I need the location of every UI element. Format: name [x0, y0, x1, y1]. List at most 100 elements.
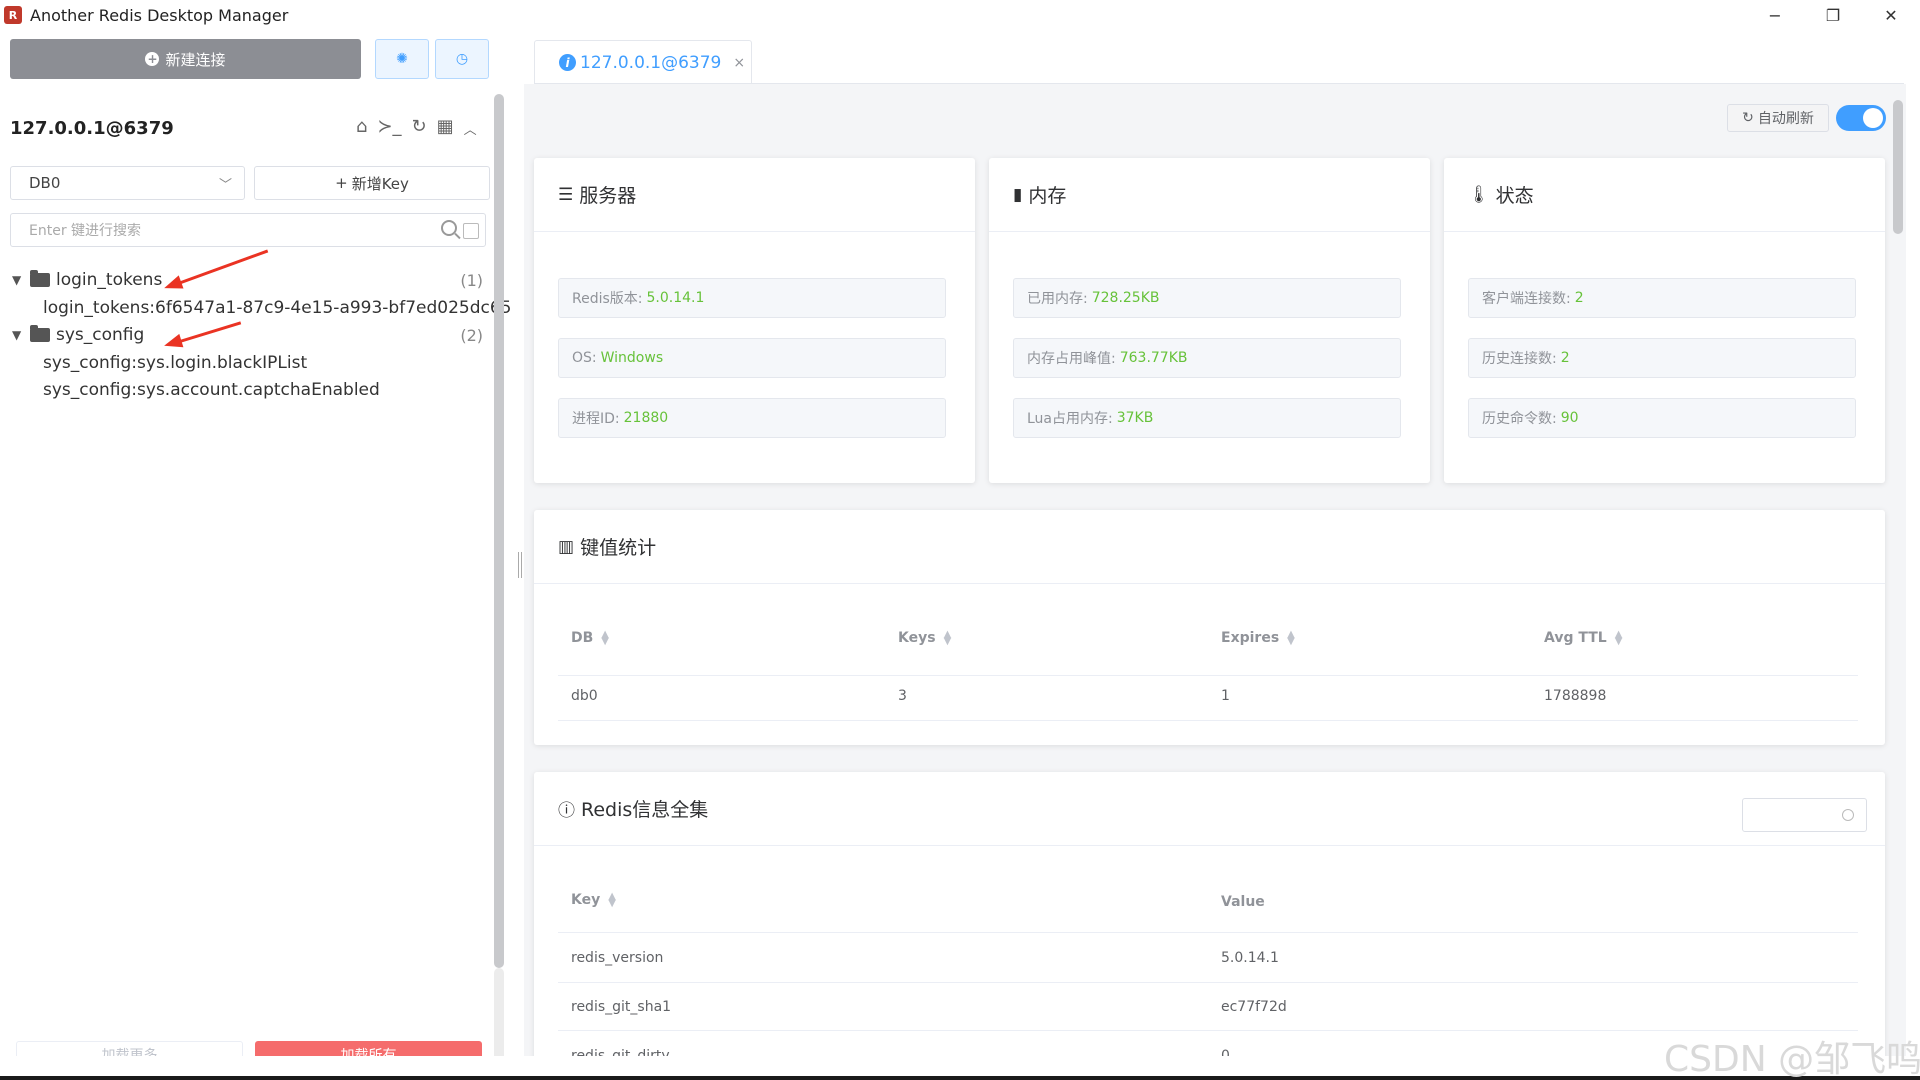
info-search-input[interactable]	[1742, 798, 1867, 832]
tree-key-item[interactable]: sys_config:sys.login.blackIPList	[43, 353, 307, 373]
row-divider	[558, 1030, 1858, 1031]
memory-chip-icon: ▮	[1013, 184, 1023, 205]
column-header-keys[interactable]: Keys ▲ ▼	[898, 630, 952, 647]
card-header: 🌡 状态	[1444, 158, 1885, 232]
tree-folder-login-tokens[interactable]: ▼ login_tokens	[12, 270, 162, 290]
chevron-up-icon[interactable]: ︿	[464, 116, 477, 138]
card-title: 内存	[1028, 185, 1067, 207]
field-label: Redis版本:	[572, 291, 643, 307]
sort-icon[interactable]: ▲ ▼	[608, 892, 616, 909]
card-header: ☰ 服务器	[534, 158, 975, 232]
field-value: 763.77KB	[1119, 350, 1188, 366]
row-divider	[558, 982, 1858, 983]
add-key-button[interactable]: + 新增Key	[254, 166, 490, 200]
chevron-down-icon: ﹀	[218, 178, 232, 193]
clients-field: 客户端连接数: 2	[1468, 278, 1856, 318]
minimize-button[interactable]: −	[1746, 0, 1804, 30]
info-icon: i	[559, 54, 576, 71]
field-value: 2	[1560, 350, 1570, 366]
annotation-arrow	[169, 249, 269, 288]
plus-icon: +	[335, 174, 348, 192]
field-label: 内存占用峰值:	[1027, 351, 1116, 367]
folder-count: (2)	[460, 326, 483, 345]
tab-divider	[534, 83, 1904, 84]
header-label: Expires	[1221, 630, 1280, 646]
history-commands-field: 历史命令数: 90	[1468, 398, 1856, 438]
add-key-label: 新增Key	[351, 174, 409, 193]
annotation-arrow	[169, 321, 242, 346]
server-card: ☰ 服务器 Redis版本: 5.0.14.1 OS: Windows 进程ID…	[534, 158, 975, 483]
main-scrollbar[interactable]	[1893, 100, 1903, 234]
new-connection-label: 新建连接	[165, 50, 226, 69]
tree-key-item[interactable]: login_tokens:6f6547a1-87c9-4e15-a993-bf7…	[43, 298, 512, 318]
sort-icon[interactable]: ▲ ▼	[1287, 630, 1295, 647]
field-label: 历史命令数:	[1482, 411, 1557, 427]
card-header: ▮ 内存	[989, 158, 1430, 232]
folder-open-icon	[30, 270, 50, 287]
auto-refresh-label: 自动刷新	[1757, 111, 1814, 127]
sort-icon[interactable]: ▲ ▼	[1615, 630, 1623, 647]
field-label: Lua占用内存:	[1027, 411, 1113, 427]
header-label: Value	[1221, 894, 1265, 910]
close-icon[interactable]: ×	[733, 55, 745, 71]
sort-icon[interactable]: ▲ ▼	[944, 630, 952, 647]
settings-button[interactable]: ✺	[375, 39, 429, 79]
home-icon[interactable]: ⌂	[356, 116, 367, 138]
panel-splitter[interactable]	[518, 552, 522, 578]
search-placeholder: Enter 键进行搜索	[29, 223, 142, 239]
table-cell: db0	[571, 688, 598, 704]
auto-refresh-toggle[interactable]	[1836, 105, 1886, 131]
key-search-input[interactable]: Enter 键进行搜索	[10, 213, 486, 247]
field-label: OS:	[572, 350, 597, 366]
table-cell: 5.0.14.1	[1221, 950, 1279, 966]
sort-icon[interactable]: ▲ ▼	[601, 630, 609, 647]
chevron-down-icon[interactable]: ▼	[12, 273, 26, 287]
new-connection-button[interactable]: + 新建连接	[10, 39, 361, 79]
auto-refresh-button[interactable]: ↻ 自动刷新	[1727, 104, 1829, 132]
header-label: Keys	[898, 630, 936, 646]
field-label: 进程ID:	[572, 411, 620, 427]
row-divider	[558, 932, 1858, 933]
card-header: ▥ 键值统计	[534, 510, 1885, 584]
exact-match-checkbox[interactable]	[463, 223, 479, 239]
grid-icon[interactable]: ▦	[437, 116, 454, 138]
card-title: 服务器	[579, 185, 637, 207]
row-divider	[558, 720, 1858, 721]
field-value: 728.25KB	[1091, 290, 1160, 306]
maximize-button[interactable]: ❐	[1804, 0, 1862, 30]
refresh-icon[interactable]: ↻	[412, 116, 427, 138]
field-value: 21880	[623, 410, 669, 426]
used-memory-field: 已用内存: 728.25KB	[1013, 278, 1401, 318]
clock-icon: ◷	[455, 51, 469, 67]
field-label: 历史连接数:	[1482, 351, 1557, 367]
table-cell: 1788898	[1544, 688, 1607, 704]
close-window-button[interactable]: ✕	[1862, 0, 1920, 30]
history-button[interactable]: ◷	[435, 39, 489, 79]
lua-memory-field: Lua占用内存: 37KB	[1013, 398, 1401, 438]
memory-card: ▮ 内存 已用内存: 728.25KB 内存占用峰值: 763.77KB Lua…	[989, 158, 1430, 483]
connection-name[interactable]: 127.0.0.1@6379	[10, 118, 174, 139]
folder-count: (1)	[460, 271, 483, 290]
app-logo-icon: R	[4, 6, 22, 24]
db-select[interactable]: DB0 ﹀	[10, 166, 245, 200]
tab-connection[interactable]: i 127.0.0.1@6379 ×	[534, 40, 752, 84]
search-icon[interactable]	[441, 220, 457, 236]
sidebar: + 新建连接 ✺ ◷ 127.0.0.1@6379 ⌂ ≻_ ↻ ▦ ︿ DB0…	[0, 30, 512, 1080]
window-title: Another Redis Desktop Manager	[30, 5, 289, 25]
chevron-down-icon[interactable]: ▼	[12, 328, 26, 342]
sidebar-scrollbar[interactable]	[494, 94, 504, 968]
tree-folder-sys-config[interactable]: ▼ sys_config	[12, 325, 144, 345]
card-title: 键值统计	[580, 537, 657, 559]
row-divider	[558, 675, 1858, 676]
header-label: DB	[571, 630, 594, 646]
column-header-db[interactable]: DB ▲ ▼	[571, 630, 609, 647]
column-header-key[interactable]: Key ▲ ▼	[571, 892, 616, 909]
terminal-icon[interactable]: ≻_	[377, 116, 401, 138]
column-header-expires[interactable]: Expires ▲ ▼	[1221, 630, 1295, 647]
folder-open-icon	[30, 325, 50, 342]
header-label: Key	[571, 892, 601, 908]
field-value: Windows	[600, 350, 664, 366]
column-header-avg-ttl[interactable]: Avg TTL ▲ ▼	[1544, 630, 1623, 647]
tree-key-item[interactable]: sys_config:sys.account.captchaEnabled	[43, 380, 380, 400]
card-title: Redis信息全集	[581, 799, 709, 821]
